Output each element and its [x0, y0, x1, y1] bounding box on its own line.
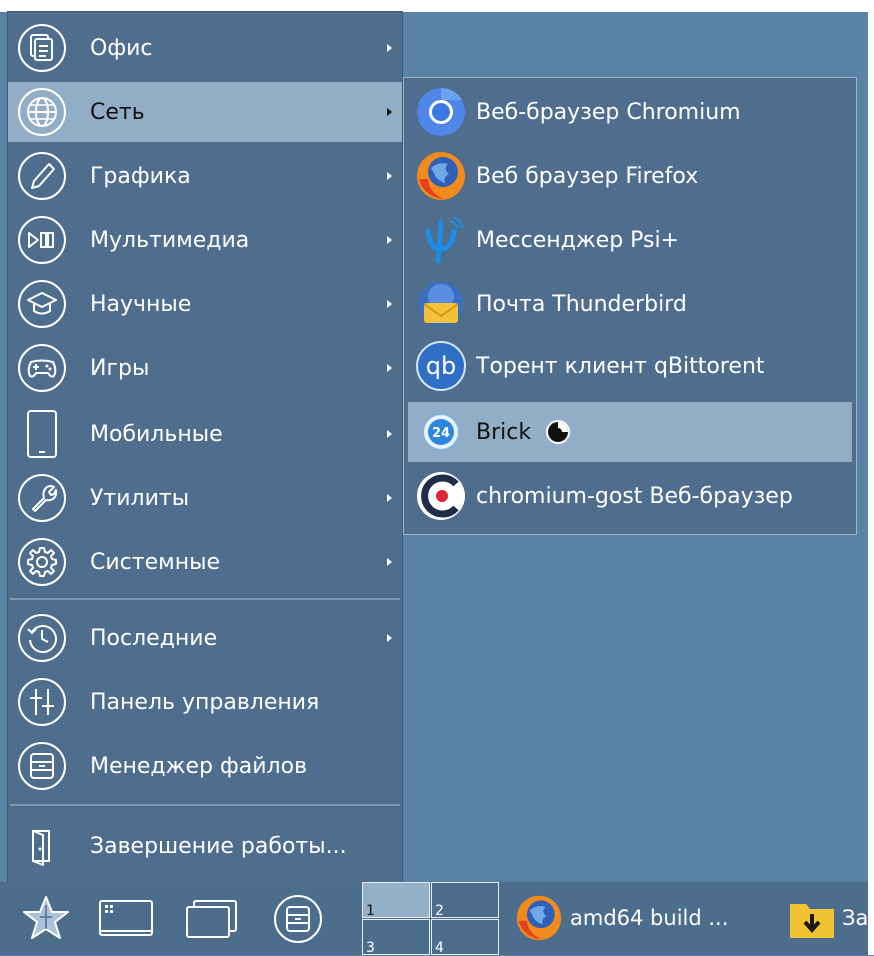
- busy-cursor-icon: [546, 420, 571, 444]
- submenu-arrow-icon: [387, 430, 392, 438]
- file-manager-button[interactable]: [268, 890, 328, 948]
- submenu-arrow-icon: [387, 558, 392, 566]
- utilities-wrench-icon: [16, 472, 68, 524]
- system-gear-icon: [16, 536, 68, 588]
- pager-desktop-3[interactable]: 3: [362, 919, 430, 956]
- submenu-item-label: Торент клиент qBittorent: [476, 353, 765, 379]
- taskbar: 1 2 3 4 amd64 build ... За: [0, 882, 868, 956]
- submenu-item-label: Почта Thunderbird: [476, 291, 687, 317]
- submenu-arrow-icon: [387, 634, 392, 642]
- start-menu-button[interactable]: [16, 890, 76, 948]
- menu-item-system[interactable]: Системные: [8, 532, 402, 592]
- svg-text:qb: qb: [426, 352, 456, 380]
- submenu-item-label: Brick: [476, 419, 532, 445]
- file-manager-cabinet-icon: [16, 740, 68, 792]
- submenu-arrow-icon: [387, 300, 392, 308]
- submenu-arrow-icon: [387, 108, 392, 116]
- task-firefox-window[interactable]: amd64 build ...: [514, 890, 728, 946]
- menu-item-control-panel[interactable]: Панель управления: [8, 672, 402, 732]
- menu-item-network[interactable]: Сеть: [8, 82, 402, 142]
- menu-item-file-manager[interactable]: Менеджер файлов: [8, 736, 402, 796]
- menu-item-label: Панель управления: [90, 689, 320, 715]
- windows-icon: [186, 900, 237, 938]
- menu-item-label: Системные: [90, 549, 220, 575]
- submenu-item-psi[interactable]: Мессенджер Psi+: [408, 210, 852, 270]
- submenu-arrow-icon: [387, 44, 392, 52]
- menu-item-label: Сеть: [90, 99, 145, 125]
- menu-item-mobile[interactable]: Мобильные: [8, 404, 402, 464]
- menu-item-office[interactable]: Офис: [8, 18, 402, 78]
- menu-item-label: Офис: [90, 35, 153, 61]
- menu-item-label: Утилиты: [90, 485, 190, 511]
- svg-text:24: 24: [432, 426, 450, 441]
- desktop-top-edge: [0, 0, 874, 12]
- submenu-arrow-icon: [387, 172, 392, 180]
- desktop-icon: [99, 900, 153, 936]
- menu-item-multimedia[interactable]: Мультимедиа: [8, 210, 402, 270]
- firefox-icon: [516, 895, 562, 941]
- menu-item-games[interactable]: Игры: [8, 338, 402, 398]
- pager-desktop-2[interactable]: 2: [431, 882, 499, 919]
- pager-desktop-1[interactable]: 1: [362, 882, 430, 919]
- menu-item-label: Последние: [90, 625, 218, 651]
- multimedia-play-icon: [16, 214, 68, 266]
- task-downloads-window[interactable]: За: [788, 890, 868, 946]
- menu-separator: [10, 598, 400, 600]
- office-icon: [16, 22, 68, 74]
- menu-item-label: Мультимедиа: [90, 227, 250, 253]
- submenu-item-label: Веб браузер Firefox: [476, 163, 699, 189]
- thunderbird-icon: [414, 277, 468, 331]
- network-submenu: Веб-браузер Chromium Веб браузер Firefox…: [404, 78, 856, 534]
- submenu-item-chromium[interactable]: Веб-браузер Chromium: [408, 82, 852, 142]
- psi-plus-icon: [414, 213, 468, 267]
- menu-item-graphics[interactable]: Графика: [8, 146, 402, 206]
- task-label: За: [842, 906, 869, 930]
- submenu-item-brick[interactable]: 24 Brick: [408, 402, 852, 462]
- star-icon: [23, 896, 69, 939]
- menu-item-utilities[interactable]: Утилиты: [8, 468, 402, 528]
- menu-item-recent[interactable]: Последние: [8, 608, 402, 668]
- games-gamepad-icon: [16, 342, 68, 394]
- menu-item-label: Игры: [90, 355, 150, 381]
- mobile-tablet-icon: [16, 408, 68, 460]
- shutdown-door-icon: [16, 820, 68, 872]
- recent-clock-icon: [16, 612, 68, 664]
- submenu-arrow-icon: [387, 236, 392, 244]
- task-label: amd64 build ...: [570, 906, 729, 930]
- science-mortarboard-icon: [16, 278, 68, 330]
- menu-item-label: Графика: [90, 163, 191, 189]
- pager-desktop-4[interactable]: 4: [431, 919, 499, 956]
- menu-item-shutdown[interactable]: Завершение работы...: [8, 816, 402, 876]
- desktop-pager: 1 2 3 4: [362, 882, 500, 956]
- menu-item-science[interactable]: Научные: [8, 274, 402, 334]
- graphics-pencil-icon: [16, 150, 68, 202]
- show-desktop-button[interactable]: [96, 890, 156, 948]
- chromium-gost-icon: [414, 469, 468, 523]
- submenu-arrow-icon: [387, 494, 392, 502]
- menu-item-label: Мобильные: [90, 421, 223, 447]
- menu-separator: [10, 804, 400, 806]
- desktop-right-edge: [868, 0, 874, 955]
- firefox-icon: [414, 149, 468, 203]
- menu-item-label: Научные: [90, 291, 192, 317]
- submenu-item-qbittorrent[interactable]: qb Торент клиент qBittorent: [408, 336, 852, 396]
- downloads-folder-icon: [790, 904, 834, 938]
- submenu-item-firefox[interactable]: Веб браузер Firefox: [408, 146, 852, 206]
- menu-item-label: Менеджер файлов: [90, 753, 308, 779]
- brick-24-icon: 24: [414, 405, 468, 459]
- submenu-arrow-icon: [387, 364, 392, 372]
- submenu-item-thunderbird[interactable]: Почта Thunderbird: [408, 274, 852, 334]
- windows-button[interactable]: [182, 890, 242, 948]
- main-menu: Офис Сеть Графика Мультимедиа Научные Иг…: [8, 12, 402, 882]
- submenu-item-chromium-gost[interactable]: chromium-gost Веб-браузер: [408, 466, 852, 526]
- submenu-item-label: Мессенджер Psi+: [476, 227, 680, 253]
- submenu-item-label: Веб-браузер Chromium: [476, 99, 741, 125]
- submenu-item-label: chromium-gost Веб-браузер: [476, 483, 793, 509]
- menu-item-label: Завершение работы...: [90, 833, 347, 859]
- control-panel-sliders-icon: [16, 676, 68, 728]
- file-manager-cabinet-icon: [274, 895, 322, 943]
- chromium-icon: [414, 85, 468, 139]
- qbittorrent-icon: qb: [414, 339, 468, 393]
- network-globe-icon: [16, 86, 68, 138]
